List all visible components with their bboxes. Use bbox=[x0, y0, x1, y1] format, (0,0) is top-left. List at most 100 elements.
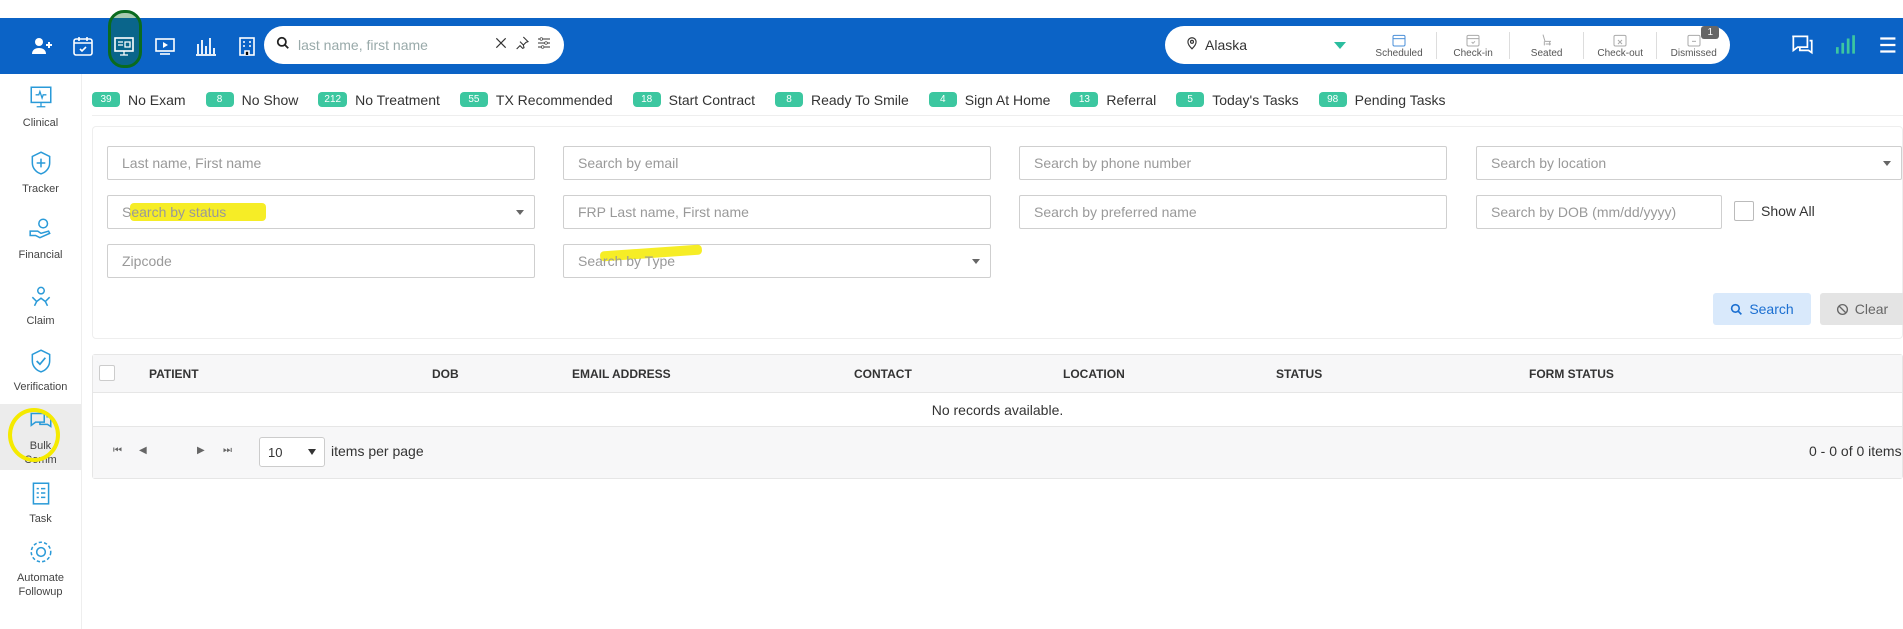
chevron-down-icon[interactable] bbox=[1334, 41, 1347, 49]
phone-input[interactable] bbox=[1034, 155, 1432, 171]
tag-no-treatment[interactable]: 212 No Treatment bbox=[318, 92, 440, 108]
calendar-check-icon[interactable] bbox=[69, 32, 97, 60]
column-header-contact[interactable]: CONTACT bbox=[854, 367, 912, 381]
tag-count: 18 bbox=[632, 92, 661, 107]
tag-label: Sign At Home bbox=[964, 91, 1051, 108]
first-page-icon[interactable]: ⏮ bbox=[113, 445, 122, 456]
menu-icon[interactable] bbox=[1877, 32, 1903, 63]
signal-bars-icon[interactable] bbox=[1833, 32, 1859, 63]
sidebar-item-tracker[interactable]: Tracker bbox=[0, 140, 81, 206]
bar-chart-icon[interactable] bbox=[192, 32, 220, 60]
last-page-icon[interactable]: ⏭ bbox=[223, 445, 232, 456]
tag-label: Referral bbox=[1106, 91, 1157, 108]
tag-label: Ready To Smile bbox=[811, 91, 909, 108]
building-icon[interactable] bbox=[233, 32, 261, 60]
close-icon[interactable] bbox=[494, 36, 508, 55]
column-header-patient[interactable]: PATIENT bbox=[149, 367, 199, 381]
zipcode-input[interactable] bbox=[122, 253, 520, 269]
location-dropdown[interactable]: Search by location bbox=[1476, 146, 1902, 180]
tag-ready-to-smile[interactable]: 8 Ready To Smile bbox=[775, 92, 909, 108]
location-pin-icon bbox=[1185, 35, 1199, 56]
dob-input[interactable] bbox=[1491, 204, 1707, 220]
tag-tx-recommended[interactable]: 55 TX Recommended bbox=[459, 92, 613, 108]
status-scheduled[interactable]: Scheduled bbox=[1362, 32, 1436, 59]
label-line-1: Automate bbox=[16, 572, 65, 584]
next-page-icon[interactable]: ▶ bbox=[197, 445, 205, 456]
tag-label: No Exam bbox=[128, 91, 186, 108]
tag-count: 13 bbox=[1070, 92, 1099, 107]
dashboard-monitor-icon[interactable] bbox=[110, 32, 138, 60]
column-header-status[interactable]: STATUS bbox=[1276, 367, 1322, 381]
tag-start-contract[interactable]: 18 Start Contract bbox=[632, 91, 755, 108]
email-field bbox=[563, 146, 991, 180]
tag-todays-tasks[interactable]: 5 Today's Tasks bbox=[1176, 91, 1299, 108]
calendar-checkin-icon bbox=[1466, 34, 1480, 46]
calendar-x-icon bbox=[1613, 34, 1627, 46]
tag-count: 39 bbox=[92, 92, 120, 107]
show-all-checkbox[interactable] bbox=[1734, 201, 1754, 221]
tag-count: 4 bbox=[928, 92, 957, 107]
dob-field bbox=[1476, 195, 1722, 229]
tag-no-exam[interactable]: 39 No Exam bbox=[92, 92, 186, 108]
claim-icon bbox=[31, 286, 50, 307]
status-check-out[interactable]: Check-out bbox=[1582, 31, 1657, 59]
tag-label: Today's Tasks bbox=[1212, 91, 1299, 108]
status-dropdown[interactable]: Search by status bbox=[107, 195, 535, 229]
column-header-form-status[interactable]: FORM STATUS bbox=[1529, 367, 1614, 381]
phone-field bbox=[1019, 146, 1447, 180]
chevron-down-icon bbox=[972, 259, 980, 264]
tag-count: 8 bbox=[205, 92, 234, 107]
tag-sign-at-home[interactable]: 4 Sign At Home bbox=[928, 91, 1051, 108]
location-select[interactable]: Alaska bbox=[1205, 37, 1324, 53]
select-all-checkbox[interactable] bbox=[99, 365, 115, 381]
calendar-icon bbox=[1392, 34, 1406, 46]
name-input[interactable] bbox=[122, 155, 520, 171]
tag-label: No Show bbox=[241, 91, 299, 108]
patient-search-input[interactable] bbox=[298, 37, 494, 53]
preferred-name-input[interactable] bbox=[1034, 204, 1432, 220]
previous-page-icon[interactable]: ◀ bbox=[139, 445, 147, 456]
status-check-in[interactable]: Check-in bbox=[1435, 31, 1510, 59]
status-seated[interactable]: Seated bbox=[1509, 31, 1583, 59]
status-label: Dismissed bbox=[1670, 47, 1717, 59]
frp-name-input[interactable] bbox=[578, 204, 976, 220]
search-button[interactable]: Search bbox=[1713, 293, 1811, 325]
filter-sliders-icon[interactable] bbox=[536, 35, 552, 56]
preferred-name-field bbox=[1019, 195, 1447, 229]
clear-button-label: Clear bbox=[1854, 301, 1889, 317]
messages-icon[interactable] bbox=[1789, 32, 1815, 63]
status-dropdown-placeholder: Search by status bbox=[122, 204, 227, 220]
email-input[interactable] bbox=[578, 155, 976, 171]
search-filter-panel: Search by location Search by status Show… bbox=[92, 126, 1903, 339]
status-label: Scheduled bbox=[1375, 47, 1423, 59]
chevron-down-icon bbox=[516, 210, 524, 215]
sidebar-item-automate-followup[interactable]: Automate Followup bbox=[0, 536, 81, 602]
column-header-email[interactable]: EMAIL ADDRESS bbox=[572, 367, 671, 381]
tag-referral[interactable]: 13 Referral bbox=[1070, 92, 1156, 108]
tag-count: 212 bbox=[318, 92, 348, 107]
column-header-dob[interactable]: DOB bbox=[432, 367, 459, 381]
status-dismissed[interactable]: 1 Dismissed bbox=[1656, 25, 1730, 59]
type-dropdown-placeholder: Search by Type bbox=[578, 253, 676, 269]
video-icon[interactable] bbox=[151, 32, 179, 60]
sidebar-item-claim[interactable]: Claim bbox=[0, 272, 81, 338]
type-dropdown[interactable]: Search by Type bbox=[563, 244, 991, 278]
status-label: Check-out bbox=[1597, 47, 1643, 59]
label-line-2: Followup bbox=[18, 586, 63, 598]
page-size-select[interactable]: 10 bbox=[259, 437, 325, 467]
sidebar-item-verification[interactable]: Verification bbox=[0, 338, 81, 404]
column-header-location[interactable]: LOCATION bbox=[1063, 367, 1125, 381]
sidebar-item-label: Financial bbox=[18, 249, 63, 261]
pin-icon[interactable] bbox=[514, 35, 530, 56]
add-user-icon[interactable] bbox=[28, 32, 56, 60]
sidebar-item-clinical[interactable]: Clinical bbox=[0, 74, 81, 140]
tag-no-show[interactable]: 8 No Show bbox=[205, 91, 299, 108]
top-icon-group bbox=[28, 32, 261, 60]
tag-pending-tasks[interactable]: 98 Pending Tasks bbox=[1318, 92, 1445, 108]
sidebar-item-task[interactable]: Task bbox=[0, 470, 81, 536]
sidebar-item-financial[interactable]: Financial bbox=[0, 206, 81, 272]
patient-search-box bbox=[264, 26, 564, 64]
location-dropdown-placeholder: Search by location bbox=[1491, 155, 1607, 171]
tag-label: Start Contract bbox=[668, 91, 755, 108]
clear-button[interactable]: Clear bbox=[1820, 293, 1903, 325]
